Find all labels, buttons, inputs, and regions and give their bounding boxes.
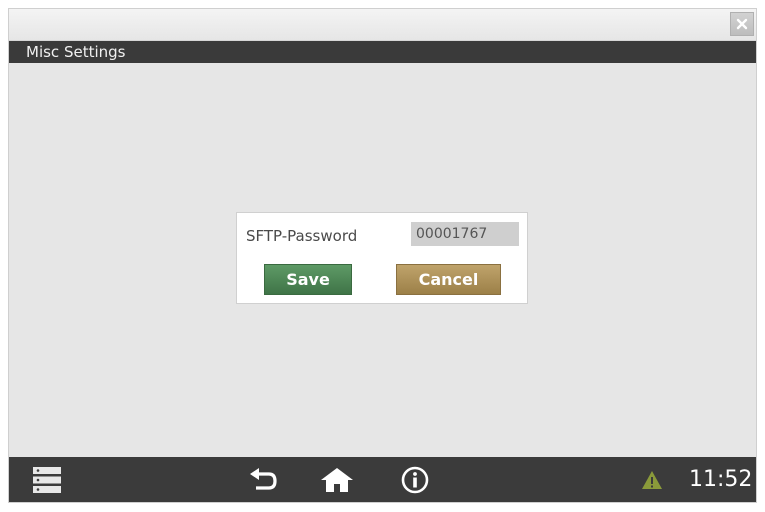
home-icon	[321, 467, 353, 492]
sftp-password-label: SFTP-Password	[246, 227, 358, 245]
window-title: Misc Settings	[9, 41, 756, 63]
warning-icon	[642, 470, 662, 489]
save-button[interactable]: Save	[264, 264, 352, 295]
warning-indicator[interactable]	[639, 457, 665, 502]
back-icon	[250, 467, 277, 490]
top-strip	[9, 9, 756, 41]
menu-icon	[33, 466, 61, 493]
home-button[interactable]	[317, 457, 357, 502]
sftp-password-input[interactable]	[411, 222, 519, 246]
close-icon	[736, 18, 748, 30]
close-button[interactable]	[730, 12, 754, 36]
clock: 11:52	[689, 467, 753, 492]
content-area: SFTP-Password Save Cancel	[9, 63, 756, 457]
info-button[interactable]	[397, 457, 433, 502]
info-icon	[401, 466, 429, 493]
back-button[interactable]	[245, 457, 281, 502]
menu-button[interactable]	[29, 457, 65, 502]
password-dialog: SFTP-Password Save Cancel	[236, 212, 528, 304]
app-window: Misc Settings SFTP-Password Save Cancel	[8, 8, 757, 503]
cancel-button[interactable]: Cancel	[396, 264, 501, 295]
bottom-bar: 11:52	[9, 457, 756, 502]
